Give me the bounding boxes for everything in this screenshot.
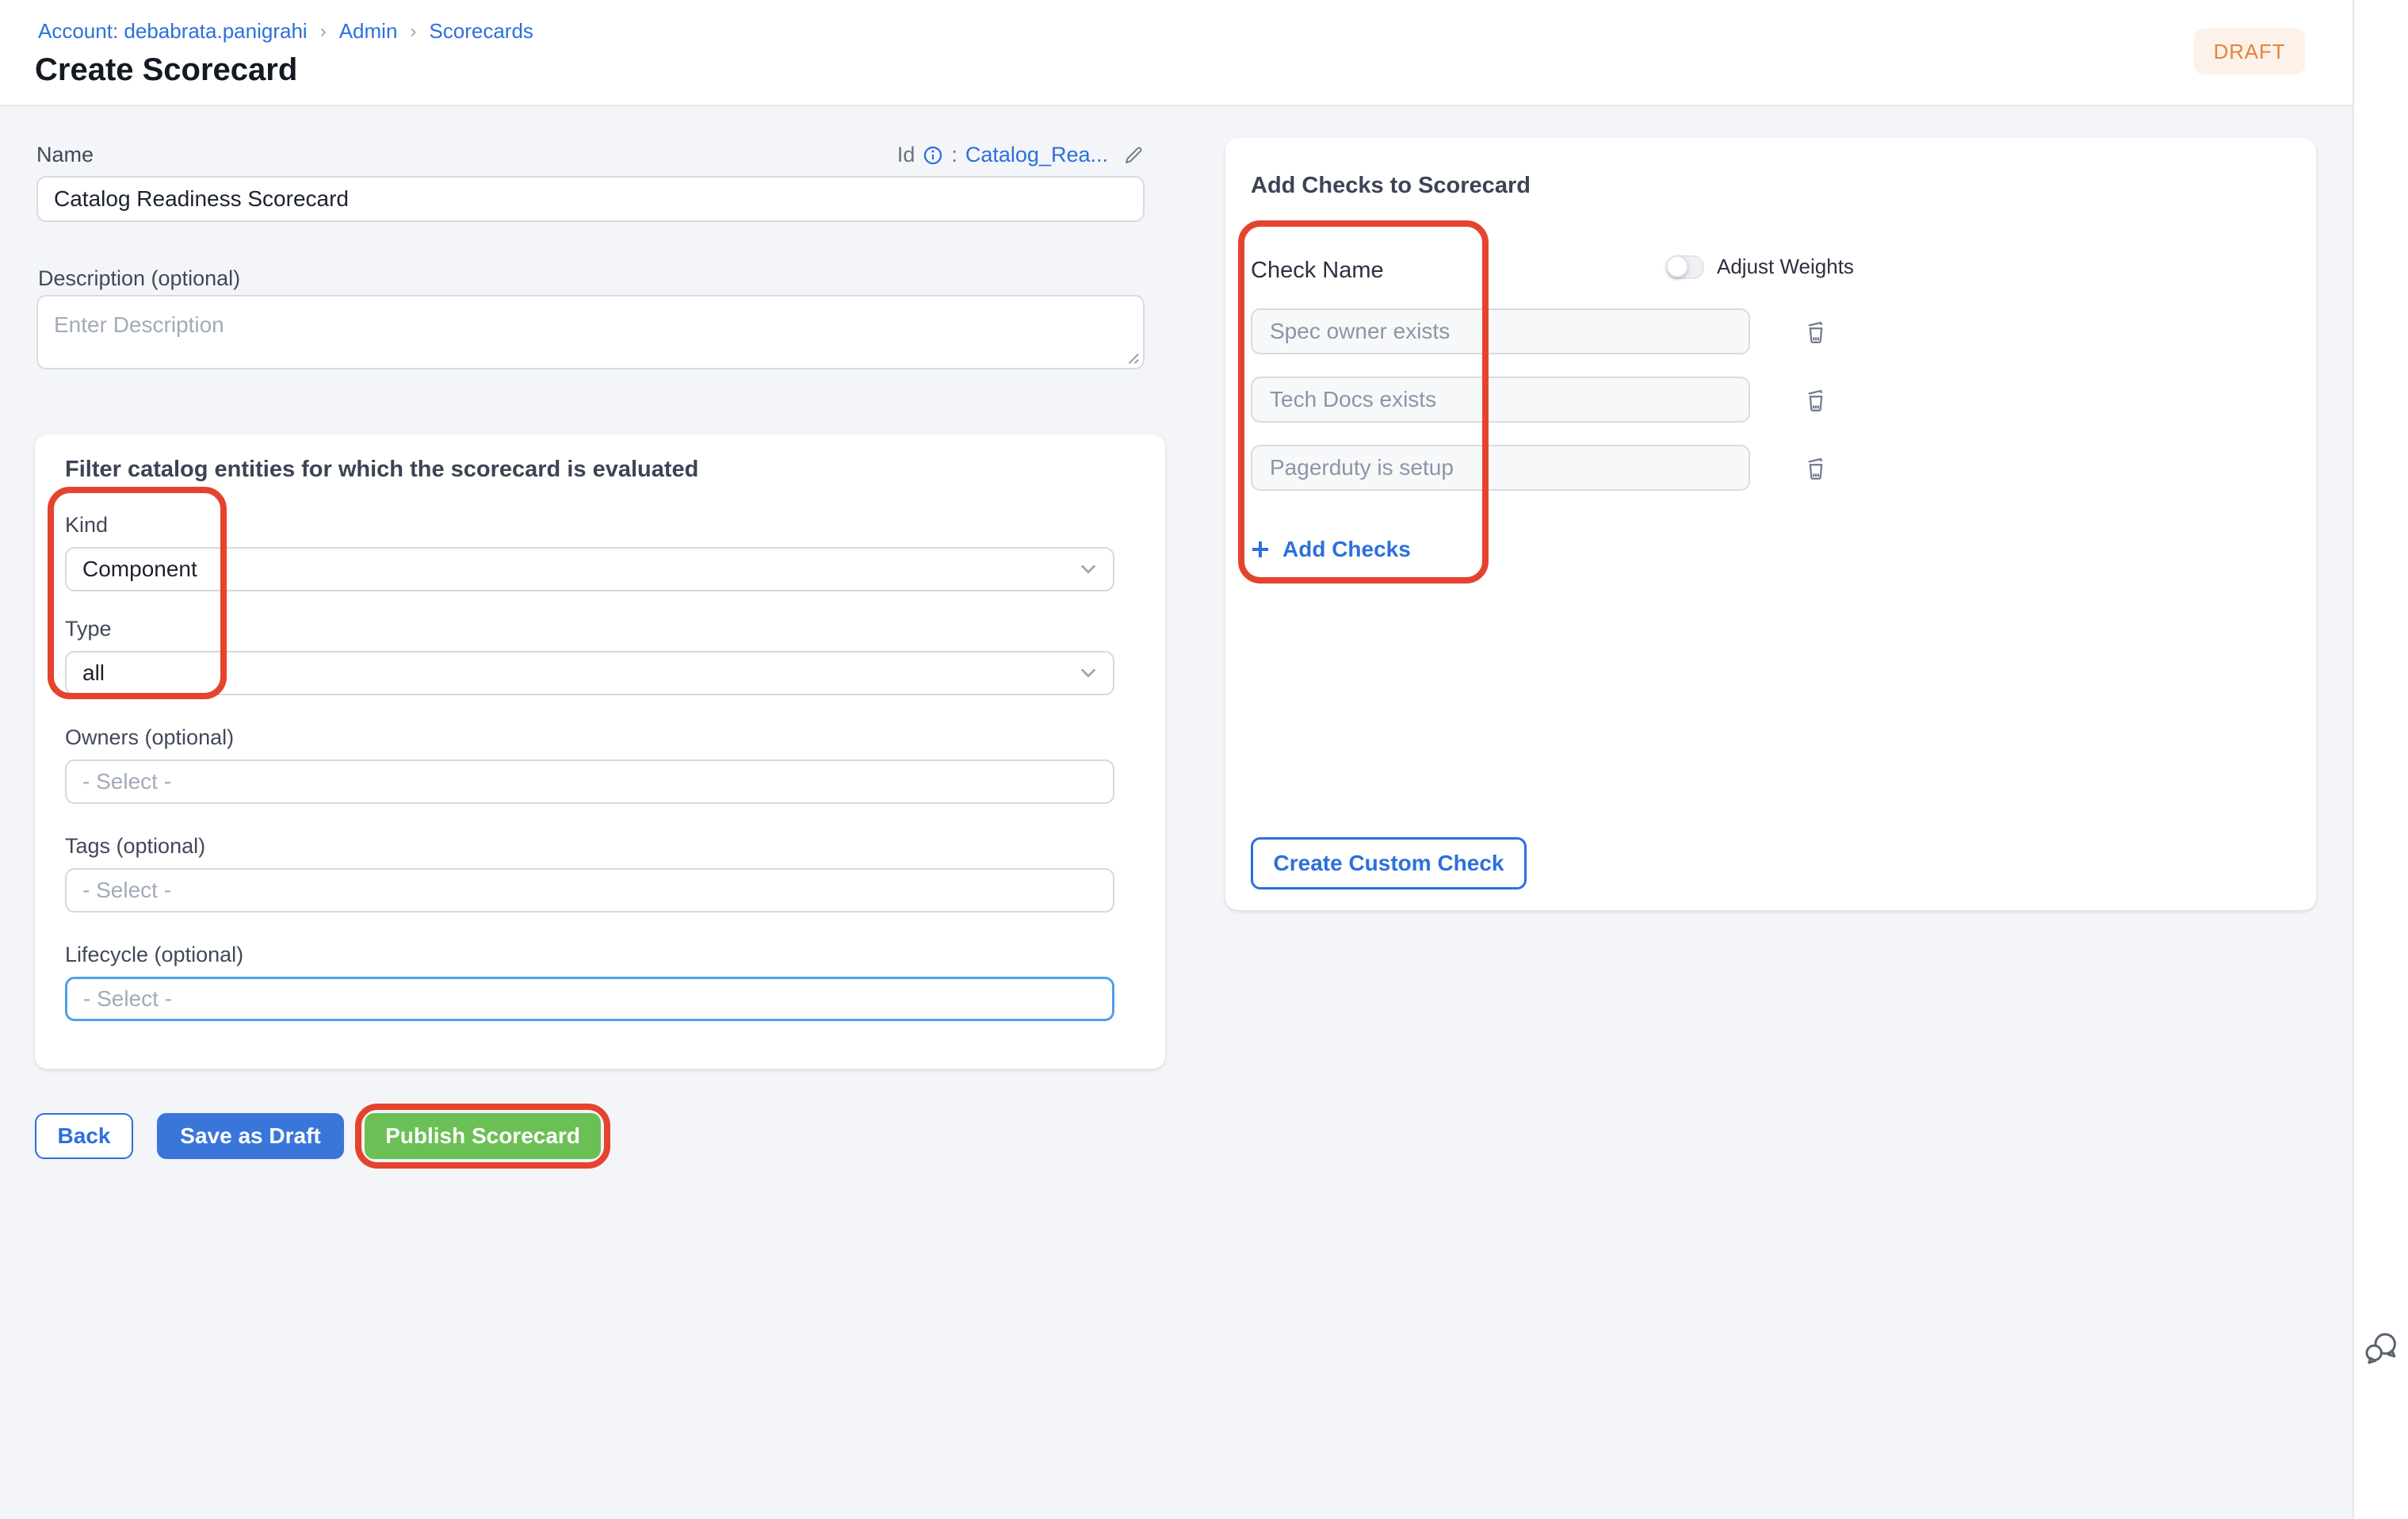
- create-custom-check-button[interactable]: Create Custom Check: [1251, 837, 1527, 890]
- action-buttons-row: Back Save as Draft Publish Scorecard: [35, 1113, 601, 1159]
- adjust-weights-toggle[interactable]: [1666, 255, 1704, 279]
- check-name-input[interactable]: [1251, 377, 1750, 423]
- add-checks-heading: Add Checks to Scorecard: [1251, 173, 2291, 199]
- delete-check-button[interactable]: [1802, 453, 1829, 482]
- checks-header-row: Check Name Adjust Weights: [1251, 254, 2291, 280]
- status-badge: DRAFT: [2194, 29, 2305, 75]
- adjust-weights-group: Adjust Weights: [1666, 254, 1854, 279]
- trash-icon: [1802, 317, 1829, 346]
- create-scorecard-page: Account: debabrata.panigrahi › Admin › S…: [0, 0, 2408, 1519]
- owners-label: Owners (optional): [65, 725, 1135, 750]
- name-id-row: Name Id : Catalog_Rea...: [36, 143, 1145, 167]
- type-field: Type all: [65, 617, 1135, 695]
- check-rows: [1251, 308, 2291, 491]
- tags-placeholder: - Select -: [82, 878, 171, 903]
- tags-label: Tags (optional): [65, 834, 1135, 859]
- filter-card: Filter catalog entities for which the sc…: [35, 434, 1165, 1069]
- check-name-column-header: Check Name: [1251, 258, 1384, 283]
- trash-icon: [1802, 453, 1829, 482]
- type-label: Type: [65, 617, 1135, 641]
- owners-field: Owners (optional) - Select -: [65, 725, 1135, 804]
- chevron-down-icon: [1080, 667, 1097, 679]
- publish-scorecard-button[interactable]: Publish Scorecard: [365, 1113, 601, 1159]
- page-title: Create Scorecard: [35, 52, 297, 88]
- back-button[interactable]: Back: [35, 1113, 133, 1159]
- breadcrumb-separator: ›: [410, 21, 416, 43]
- name-label: Name: [36, 143, 94, 167]
- breadcrumb-account-link[interactable]: Account: debabrata.panigrahi: [38, 19, 308, 44]
- check-name-input[interactable]: [1251, 445, 1750, 491]
- check-row: [1251, 308, 2291, 354]
- scorecard-id-group: Id : Catalog_Rea...: [897, 143, 1145, 167]
- breadcrumb: Account: debabrata.panigrahi › Admin › S…: [38, 19, 533, 44]
- description-textarea[interactable]: [36, 295, 1145, 369]
- tags-field: Tags (optional) - Select -: [65, 834, 1135, 913]
- description-label: Description (optional): [38, 266, 240, 291]
- kind-value: Component: [82, 557, 197, 582]
- publish-button-wrap: Publish Scorecard: [365, 1113, 601, 1159]
- chat-bubbles-icon: [2362, 1329, 2400, 1367]
- id-label: Id: [897, 143, 915, 167]
- scorecard-name-input[interactable]: [36, 176, 1145, 222]
- trash-icon: [1802, 385, 1829, 414]
- chevron-down-icon: [1080, 563, 1097, 576]
- toggle-knob: [1666, 255, 1688, 277]
- check-name-input[interactable]: [1251, 308, 1750, 354]
- owners-select[interactable]: - Select -: [65, 760, 1114, 804]
- plus-icon: [1251, 540, 1270, 559]
- type-value: all: [82, 660, 105, 686]
- scorecard-id-link[interactable]: Catalog_Rea...: [965, 143, 1108, 167]
- breadcrumb-separator: ›: [320, 21, 327, 43]
- kind-field: Kind Component: [65, 513, 1135, 591]
- lifecycle-field: Lifecycle (optional) - Select -: [65, 943, 1135, 1021]
- add-checks-label: Add Checks: [1282, 537, 1411, 562]
- add-checks-card: Add Checks to Scorecard Check Name Adjus…: [1225, 138, 2316, 910]
- kind-select[interactable]: Component: [65, 547, 1114, 591]
- page-header: Account: debabrata.panigrahi › Admin › S…: [0, 0, 2353, 106]
- lifecycle-select[interactable]: - Select -: [65, 977, 1114, 1021]
- delete-check-button[interactable]: [1802, 317, 1829, 346]
- delete-check-button[interactable]: [1802, 385, 1829, 414]
- lifecycle-placeholder: - Select -: [83, 986, 172, 1012]
- id-colon: :: [951, 143, 957, 167]
- edit-pencil-icon[interactable]: [1122, 144, 1145, 166]
- filter-heading: Filter catalog entities for which the sc…: [65, 457, 1135, 483]
- breadcrumb-admin-link[interactable]: Admin: [339, 19, 398, 44]
- check-row: [1251, 377, 2291, 423]
- lifecycle-label: Lifecycle (optional): [65, 943, 1135, 967]
- right-rail: [2353, 0, 2408, 1519]
- info-icon[interactable]: [923, 145, 943, 166]
- kind-label: Kind: [65, 513, 1135, 538]
- save-as-draft-button[interactable]: Save as Draft: [157, 1113, 344, 1159]
- check-row: [1251, 445, 2291, 491]
- help-chat-button[interactable]: [2362, 1329, 2400, 1367]
- add-checks-link[interactable]: Add Checks: [1251, 537, 1411, 562]
- adjust-weights-label: Adjust Weights: [1717, 254, 1854, 279]
- owners-placeholder: - Select -: [82, 769, 171, 794]
- breadcrumb-scorecards-link[interactable]: Scorecards: [429, 19, 533, 44]
- type-select[interactable]: all: [65, 651, 1114, 695]
- tags-select[interactable]: - Select -: [65, 868, 1114, 913]
